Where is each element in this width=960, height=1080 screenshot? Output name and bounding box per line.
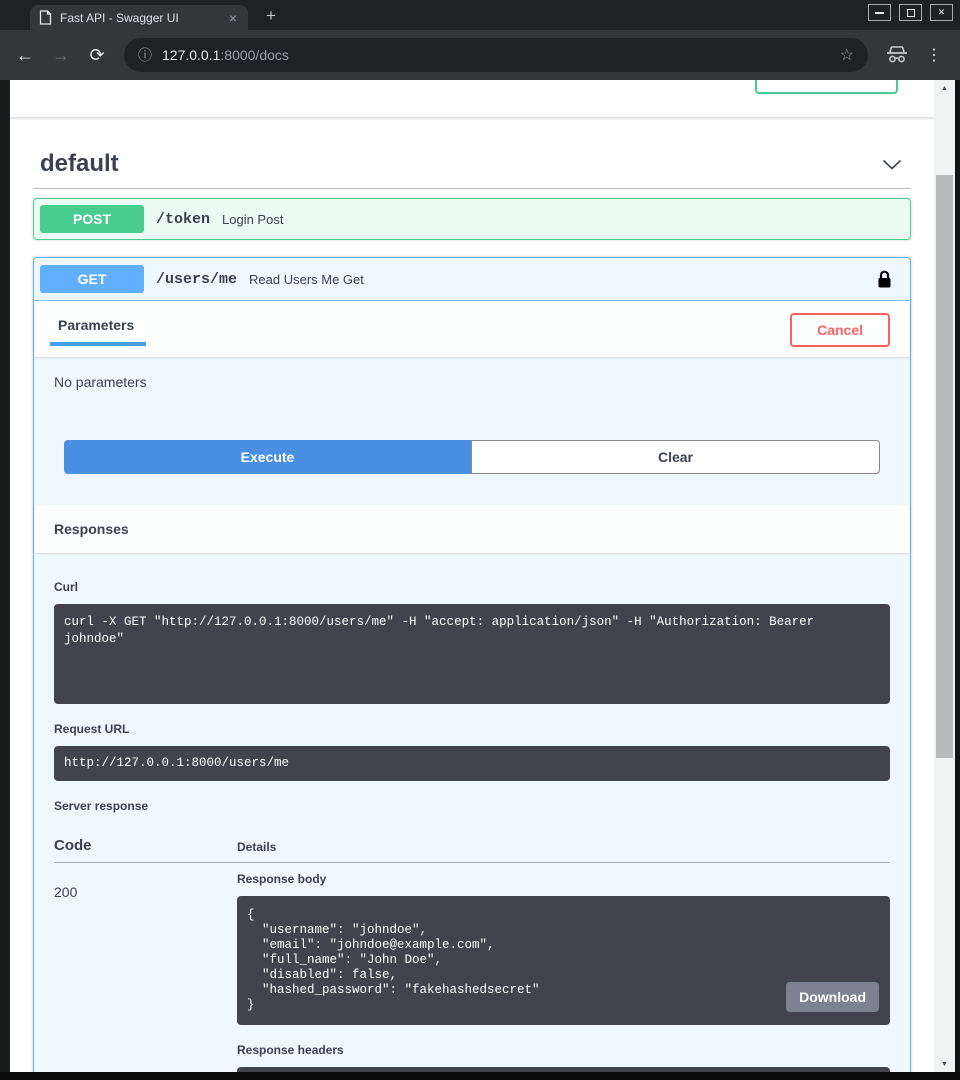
window-minimize-button[interactable]: [868, 4, 891, 21]
request-url-block: http://127.0.0.1:8000/users/me: [54, 746, 890, 781]
window-frame-left: [0, 80, 10, 1072]
new-tab-button[interactable]: +: [260, 5, 282, 26]
opblock-get-users-me: GET /users/me Read Users Me Get Paramete…: [33, 257, 911, 1072]
tag-title: default: [40, 150, 119, 178]
response-headers-label: Response headers: [237, 1043, 890, 1057]
responses-body: Curl curl -X GET "http://127.0.0.1:8000/…: [34, 553, 910, 1072]
response-body-block: { "username": "johndoe", "email": "johnd…: [237, 896, 890, 1025]
address-bar[interactable]: ⓘ 127.0.0.1:8000/docs ☆: [124, 38, 868, 72]
lock-icon: [877, 270, 892, 289]
clear-button[interactable]: Clear: [471, 440, 880, 474]
browser-menu-icon[interactable]: ⋮: [926, 45, 942, 65]
curl-command: curl -X GET "http://127.0.0.1:8000/users…: [64, 614, 880, 648]
request-url-label: Request URL: [54, 722, 890, 736]
parameters-header: Parameters Cancel: [34, 301, 910, 357]
api-operations: default POST /token Login Post GET /user…: [10, 118, 934, 1072]
window-close-button[interactable]: ✕: [930, 4, 953, 21]
server-response-label: Server response: [54, 799, 890, 813]
page-scrollbar[interactable]: ▲ ▼: [934, 80, 955, 1072]
curl-command-block: curl -X GET "http://127.0.0.1:8000/users…: [54, 604, 890, 704]
browser-viewport: default POST /token Login Post GET /user…: [0, 80, 960, 1072]
scheme-container: [10, 80, 934, 118]
curl-label: Curl: [54, 580, 890, 594]
minimize-icon: [875, 12, 884, 14]
op-description: Read Users Me Get: [249, 272, 364, 287]
code-column-header: Code: [54, 823, 237, 863]
server-response-table: Code Details 200 Response body { "us: [54, 823, 890, 1072]
opblock-summary[interactable]: GET /users/me Read Users Me Get: [34, 258, 910, 301]
scrollbar-track[interactable]: [934, 96, 955, 1056]
no-parameters-text: No parameters: [34, 357, 910, 390]
op-path: /token: [156, 211, 210, 228]
response-headers-block: content-length: 129 content-type: applic…: [237, 1067, 890, 1072]
opblock-post-token: POST /token Login Post: [33, 198, 911, 240]
scroll-up-icon[interactable]: ▲: [934, 80, 955, 96]
scroll-down-icon[interactable]: ▼: [934, 1056, 955, 1072]
maximize-icon: [907, 9, 915, 17]
url-host: 127.0.0.1: [162, 47, 220, 63]
execute-button[interactable]: Execute: [64, 440, 471, 474]
cancel-button[interactable]: Cancel: [790, 313, 890, 347]
opblock-summary[interactable]: POST /token Login Post: [34, 199, 910, 239]
window-maximize-button[interactable]: [899, 4, 922, 21]
browser-tab[interactable]: Fast API - Swagger UI ×: [30, 5, 248, 30]
authorize-button[interactable]: [755, 80, 898, 94]
auth-lock-button[interactable]: [877, 270, 892, 289]
site-info-icon[interactable]: ⓘ: [138, 45, 152, 65]
incognito-icon: [886, 46, 908, 64]
response-row: 200 Response body { "username": "johndoe…: [54, 862, 890, 1072]
method-badge-post: POST: [40, 205, 144, 233]
back-button[interactable]: ←: [10, 45, 40, 66]
response-details-cell: Response body { "username": "johndoe", "…: [237, 862, 890, 1072]
request-url-value: http://127.0.0.1:8000/users/me: [64, 755, 880, 772]
response-body-json: { "username": "johndoe", "email": "johnd…: [247, 908, 880, 1013]
op-description: Login Post: [222, 212, 283, 227]
bookmark-star-icon[interactable]: ☆: [840, 45, 854, 65]
window-controls: ✕: [868, 4, 953, 21]
download-button[interactable]: Download: [786, 982, 879, 1012]
swagger-page: default POST /token Login Post GET /user…: [10, 80, 934, 1072]
details-column-header: Details: [237, 823, 890, 863]
window-frame-right: [955, 80, 960, 1072]
op-path: /users/me: [156, 271, 237, 288]
response-body-label: Response body: [237, 872, 890, 886]
browser-toolbar: ← → ⟳ ⓘ 127.0.0.1:8000/docs ☆ ⋮: [0, 30, 960, 80]
forward-button[interactable]: →: [46, 45, 76, 66]
browser-tab-bar: Fast API - Swagger UI × + ✕: [0, 0, 960, 30]
url-path: :8000/docs: [220, 47, 289, 63]
url-text: 127.0.0.1:8000/docs: [162, 47, 830, 63]
tag-section-header[interactable]: default: [33, 118, 911, 189]
tab-close-icon[interactable]: ×: [227, 11, 239, 25]
tab-title: Fast API - Swagger UI: [60, 11, 219, 25]
chevron-down-icon[interactable]: [876, 159, 908, 170]
method-badge-get: GET: [40, 265, 144, 293]
response-status-code: 200: [54, 862, 237, 1072]
reload-button[interactable]: ⟳: [82, 45, 112, 66]
scrollbar-thumb[interactable]: [936, 175, 953, 758]
responses-header: Responses: [34, 505, 910, 553]
page-favicon-icon: [39, 10, 52, 25]
execute-wrapper: Execute Clear: [64, 440, 880, 474]
tab-parameters[interactable]: Parameters: [50, 313, 146, 346]
